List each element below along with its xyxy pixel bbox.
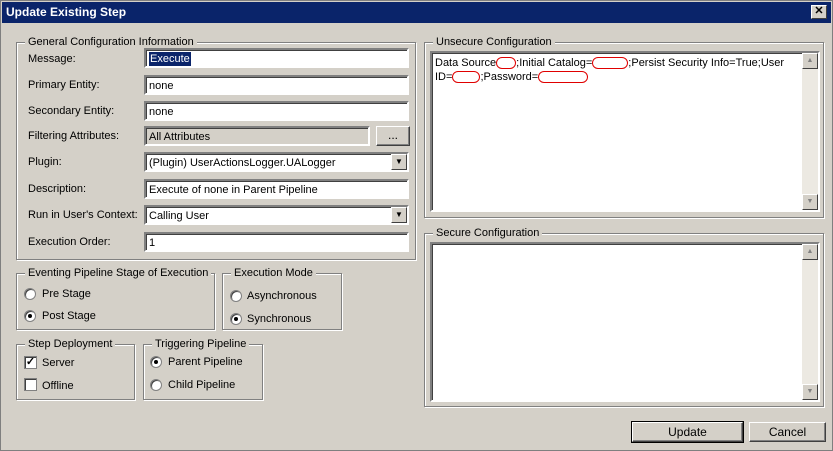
asynchronous-radio[interactable] xyxy=(230,290,242,302)
redaction-mark xyxy=(538,71,589,84)
secondary-entity-field[interactable]: none xyxy=(144,101,409,121)
title-bar: Update Existing Step ✕ xyxy=(2,2,831,23)
unsecure-config-textarea[interactable]: Data Source ;Initial Catalog= ;Persist Sec… xyxy=(430,51,820,212)
pre-stage-radio[interactable] xyxy=(24,288,36,300)
asynchronous-label[interactable]: Asynchronous xyxy=(247,289,317,303)
parent-pipeline-radio[interactable] xyxy=(150,356,162,368)
execution-order-field[interactable]: 1 xyxy=(144,232,409,252)
scroll-down-icon[interactable]: ▼ xyxy=(802,384,818,400)
step-deployment-group: Step Deployment ✓ Server Offline xyxy=(16,337,135,400)
filtering-attributes-label: Filtering Attributes: xyxy=(28,130,120,142)
execution-mode-legend: Execution Mode xyxy=(231,266,316,280)
unsecure-scrollbar[interactable]: ▲ ▼ xyxy=(802,53,818,210)
radio-selected-dot xyxy=(234,317,238,321)
redaction-mark xyxy=(496,57,517,70)
filtering-attributes-field: All Attributes xyxy=(144,126,370,146)
run-context-value: Calling User xyxy=(149,210,209,222)
synchronous-radio[interactable] xyxy=(230,313,242,325)
message-field[interactable]: Execute xyxy=(144,48,409,68)
unsecure-config-text: Data Source ;Initial Catalog= ;Persist Sec… xyxy=(435,56,798,84)
secondary-entity-label: Secondary Entity: xyxy=(28,105,115,117)
post-stage-label[interactable]: Post Stage xyxy=(42,309,96,323)
secure-scrollbar[interactable]: ▲ ▼ xyxy=(802,244,818,400)
redaction-mark xyxy=(452,71,481,84)
primary-entity-label: Primary Entity: xyxy=(28,79,100,91)
parent-pipeline-label[interactable]: Parent Pipeline xyxy=(168,355,243,369)
secure-config-group: Secure Configuration ▲ ▼ xyxy=(424,226,824,407)
run-context-select[interactable]: Calling User ▼ xyxy=(144,205,409,225)
cancel-button[interactable]: Cancel xyxy=(749,422,826,442)
window-title: Update Existing Step xyxy=(6,5,127,19)
offline-checkbox[interactable] xyxy=(24,378,37,391)
scroll-up-icon[interactable]: ▲ xyxy=(802,53,818,69)
description-label: Description: xyxy=(28,183,87,195)
unsecure-text-part: ;Password= xyxy=(480,71,539,83)
general-config-group: General Configuration Information Messag… xyxy=(16,35,416,260)
pre-stage-label[interactable]: Pre Stage xyxy=(42,287,91,301)
unsecure-config-group: Unsecure Configuration Data Source ;Initi… xyxy=(424,35,824,218)
scroll-down-icon[interactable]: ▼ xyxy=(802,194,818,210)
synchronous-label[interactable]: Synchronous xyxy=(247,312,311,326)
message-value: Execute xyxy=(149,52,191,66)
post-stage-radio[interactable] xyxy=(24,310,36,322)
plugin-label: Plugin: xyxy=(28,156,62,168)
filtering-attributes-button[interactable]: ... xyxy=(376,126,410,146)
unsecure-text-part: Data Source xyxy=(435,57,497,69)
execution-mode-group: Execution Mode Asynchronous Synchronous xyxy=(222,266,342,330)
child-pipeline-radio[interactable] xyxy=(150,379,162,391)
chevron-down-icon[interactable]: ▼ xyxy=(391,207,407,223)
execution-order-label: Execution Order: xyxy=(28,236,111,248)
plugin-select[interactable]: (Plugin) UserActionsLogger.UALogger ▼ xyxy=(144,152,409,172)
chevron-down-icon[interactable]: ▼ xyxy=(391,154,407,170)
general-config-legend: General Configuration Information xyxy=(25,35,197,49)
dialog-window: Update Existing Step ✕ General Configura… xyxy=(0,0,833,451)
secure-config-legend: Secure Configuration xyxy=(433,226,543,240)
unsecure-text-part: ;Initial Catalog= xyxy=(516,57,593,69)
message-label: Message: xyxy=(28,53,76,65)
server-label[interactable]: Server xyxy=(42,356,74,370)
triggering-pipeline-group: Triggering Pipeline Parent Pipeline Chil… xyxy=(143,337,263,400)
close-button[interactable]: ✕ xyxy=(811,5,827,19)
stage-legend: Eventing Pipeline Stage of Execution xyxy=(25,266,212,280)
update-button[interactable]: Update xyxy=(631,421,744,443)
server-checkbox[interactable]: ✓ xyxy=(24,356,37,369)
unsecure-config-legend: Unsecure Configuration xyxy=(433,35,555,49)
scroll-up-icon[interactable]: ▲ xyxy=(802,244,818,260)
triggering-pipeline-legend: Triggering Pipeline xyxy=(152,337,250,351)
stage-group: Eventing Pipeline Stage of Execution Pre… xyxy=(16,266,215,330)
redaction-mark xyxy=(592,57,629,70)
child-pipeline-label[interactable]: Child Pipeline xyxy=(168,378,235,392)
offline-label[interactable]: Offline xyxy=(42,379,74,393)
secure-config-textarea[interactable]: ▲ ▼ xyxy=(430,242,820,402)
radio-selected-dot xyxy=(154,360,158,364)
radio-selected-dot xyxy=(28,314,32,318)
description-field[interactable]: Execute of none in Parent Pipeline xyxy=(144,179,409,199)
run-context-label: Run in User's Context: xyxy=(28,209,138,221)
step-deployment-legend: Step Deployment xyxy=(25,337,116,351)
primary-entity-field[interactable]: none xyxy=(144,75,409,95)
plugin-value: (Plugin) UserActionsLogger.UALogger xyxy=(149,157,336,169)
